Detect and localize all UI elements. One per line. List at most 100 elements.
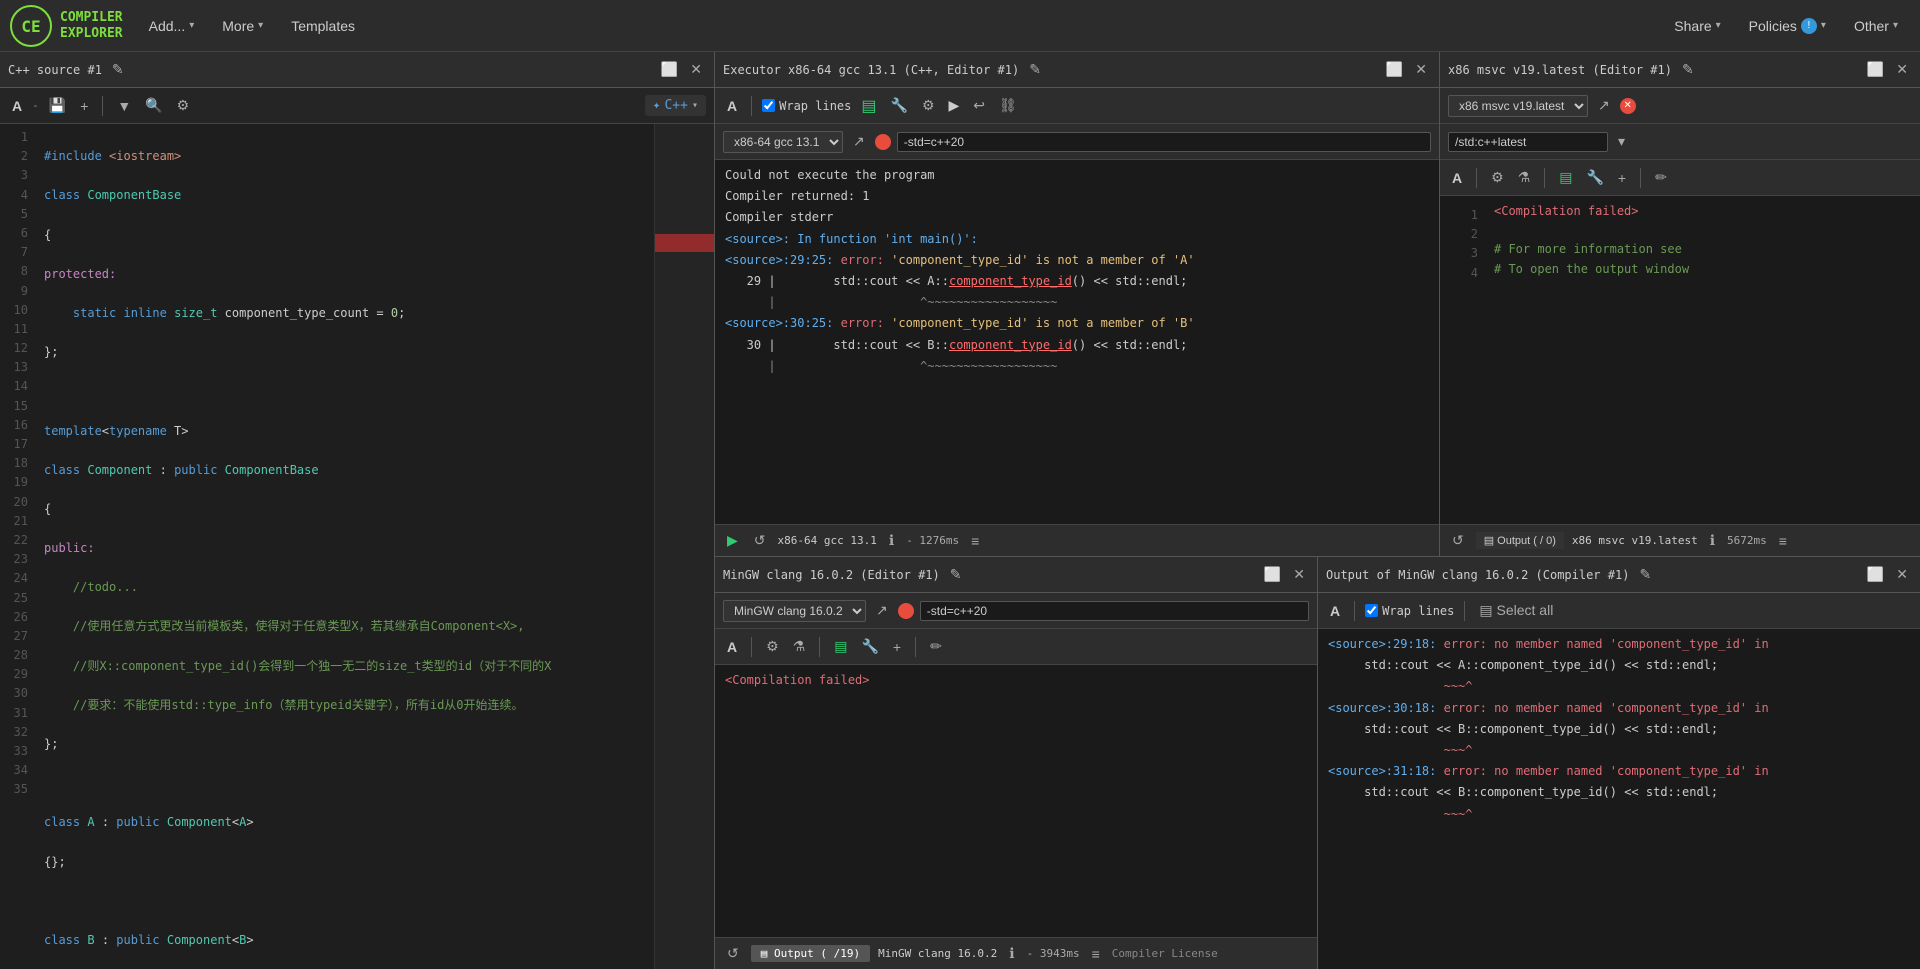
executor-error-indicator [875,134,891,150]
settings-button[interactable]: ⚙ [173,95,194,116]
add-menu-button[interactable]: Add... ▾ [137,12,207,40]
executor-close-icon[interactable]: ✕ [1411,59,1431,80]
mingw-toolbar-2: A ⚙ ⚗ ▤ 🔧 + ✏ [715,629,1317,665]
executor-list-icon[interactable]: ≡ [967,531,983,551]
executor-play-icon[interactable]: ▶ [723,530,742,551]
executor-open-icon[interactable]: ↗ [849,131,869,152]
output-maximize-icon[interactable]: ⬜ [1863,564,1888,585]
executor-refresh-icon[interactable]: ↺ [750,530,770,551]
output-wrap-label: Wrap lines [1382,604,1454,618]
source-maximize-icon[interactable]: ⬜ [657,59,682,80]
code-content[interactable]: #include <iostream> class ComponentBase … [36,124,654,969]
policies-button[interactable]: Policies ! ▾ [1737,12,1838,40]
msvc-compiler-select[interactable]: x86 msvc v19.latest [1448,95,1588,117]
executor-output-icon[interactable]: ▤ [857,94,880,118]
msvc-dropdown-icon[interactable]: ▾ [1614,131,1629,152]
mingw-edit-icon[interactable]: ✎ [946,564,966,585]
msvc-open-icon[interactable]: ↗ [1594,95,1614,116]
msvc-output-tab-icon[interactable]: ▤ Output ( / 0) [1476,532,1564,549]
mingw-compiler-select[interactable]: MinGW clang 16.0.2 [723,600,866,622]
source-close-icon[interactable]: ✕ [686,59,706,80]
mingw-info-icon[interactable]: ℹ [1005,943,1018,964]
search-button[interactable]: 🔍 [141,95,166,116]
executor-settings-icon[interactable]: 🔧 [887,95,912,116]
msvc-refresh-icon[interactable]: ↺ [1448,530,1468,551]
mingw-output-tab[interactable]: ▤ Output ( /19) [751,945,870,962]
source-edit-icon[interactable]: ✎ [108,59,128,80]
output-edit-icon[interactable]: ✎ [1635,564,1655,585]
mingw-add-icon[interactable]: + [889,637,905,657]
svg-text:CE: CE [21,17,40,36]
output-select-all-btn[interactable]: ▤ Select all [1475,600,1557,621]
language-selector[interactable]: ✦ C++ ▾ [645,95,706,116]
executor-compiler-label: x86-64 gcc 13.1 [778,534,877,547]
msvc-line-1: <Compilation failed> [1494,202,1689,221]
msvc-list-icon[interactable]: ≡ [1775,531,1791,551]
output-line: std::cout << B::component_type_id() << s… [1328,783,1910,802]
executor-compiler-toolbar: A Wrap lines ▤ 🔧 ⚙ ▶ ↩ ⛓ [715,88,1439,124]
output-close-icon[interactable]: ✕ [1892,564,1912,585]
executor-compiler-select[interactable]: x86-64 gcc 13.1 [723,131,843,153]
mingw-maximize-icon[interactable]: ⬜ [1260,564,1285,585]
other-button[interactable]: Other ▾ [1842,12,1910,40]
mingw-open-icon[interactable]: ↗ [872,600,892,621]
msvc-wrench-icon[interactable]: 🔧 [1582,167,1607,188]
wrap-lines-check[interactable]: Wrap lines [762,99,851,113]
msvc-options-input[interactable] [1448,132,1608,152]
minimap-highlight [655,234,714,252]
output-wrap-checkbox[interactable] [1365,604,1378,617]
msvc-settings2-icon[interactable]: ⚙ [1487,167,1508,188]
mingw-list-icon[interactable]: ≡ [1088,944,1104,964]
executor-info-icon[interactable]: ℹ [885,530,898,551]
save-button[interactable]: 💾 [45,95,70,116]
executor-pane-actions: ⬜ ✕ [1382,59,1431,80]
executor-title: Executor x86-64 gcc 13.1 (C++, Editor #1… [723,63,1019,77]
more-menu-button[interactable]: More ▾ [210,12,275,40]
share-chevron-icon: ▾ [1716,20,1721,31]
msvc-code-content: <Compilation failed> # For more informat… [1494,202,1689,287]
mingw-output-icon[interactable]: ▤ [830,636,851,657]
vim-mode-button[interactable]: ▼ [113,96,135,116]
executor-link-icon[interactable]: ⛓ [995,95,1021,116]
msvc-output-icon[interactable]: ▤ [1555,167,1576,188]
mingw-filter-icon[interactable]: ⚗ [789,636,810,657]
add-button[interactable]: + [76,96,92,116]
executor-gear-icon[interactable]: ⚙ [918,95,939,116]
msvc-font-btn[interactable]: A [1448,168,1466,188]
mingw-pencil-icon[interactable]: ✏ [926,636,946,657]
font-size-button[interactable]: A [8,96,26,116]
right-top-section: Executor x86-64 gcc 13.1 (C++, Editor #1… [715,52,1920,557]
executor-font-btn[interactable]: A [723,96,741,116]
mingw-options-input[interactable] [920,601,1309,621]
share-button[interactable]: Share ▾ [1662,12,1732,40]
sep3 [1640,168,1641,188]
executor-options-input[interactable] [897,132,1431,152]
msvc-close-btn-icon[interactable]: ✕ [1620,98,1636,114]
executor-sign-in-icon[interactable]: ↩ [969,95,989,116]
msvc-filter-icon[interactable]: ⚗ [1514,167,1535,188]
font-size-minus: - [32,99,39,112]
code-area[interactable]: 12345 678910 1112131415 1617181920 21222… [0,124,654,969]
output-wrap-check[interactable]: Wrap lines [1365,604,1454,618]
output-line: Compiler returned: 1 [725,187,1429,206]
mingw-wrench-icon[interactable]: 🔧 [857,636,882,657]
output-font-btn[interactable]: A [1326,601,1344,621]
mingw-font-btn[interactable]: A [723,637,741,657]
templates-button[interactable]: Templates [279,12,367,40]
msvc-info-icon[interactable]: ℹ [1706,530,1719,551]
msvc-close-icon[interactable]: ✕ [1892,59,1912,80]
executor-edit-icon[interactable]: ✎ [1025,59,1045,80]
executor-maximize-icon[interactable]: ⬜ [1382,59,1407,80]
wrap-lines-checkbox[interactable] [762,99,775,112]
more-chevron-icon: ▾ [258,20,263,31]
mingw-section: MinGW clang 16.0.2 (Editor #1) ✎ ⬜ ✕ Min… [715,557,1318,969]
executor-run-icon[interactable]: ▶ [945,95,964,116]
msvc-edit-icon[interactable]: ✎ [1678,59,1698,80]
msvc-add-icon[interactable]: + [1614,168,1630,188]
select-all-icon: ▤ [1479,602,1492,618]
mingw-close-icon[interactable]: ✕ [1289,564,1309,585]
msvc-maximize-icon[interactable]: ⬜ [1863,59,1888,80]
mingw-refresh-icon[interactable]: ↺ [723,943,743,964]
msvc-pencil-icon[interactable]: ✏ [1651,167,1671,188]
mingw-settings-icon[interactable]: ⚙ [762,636,783,657]
